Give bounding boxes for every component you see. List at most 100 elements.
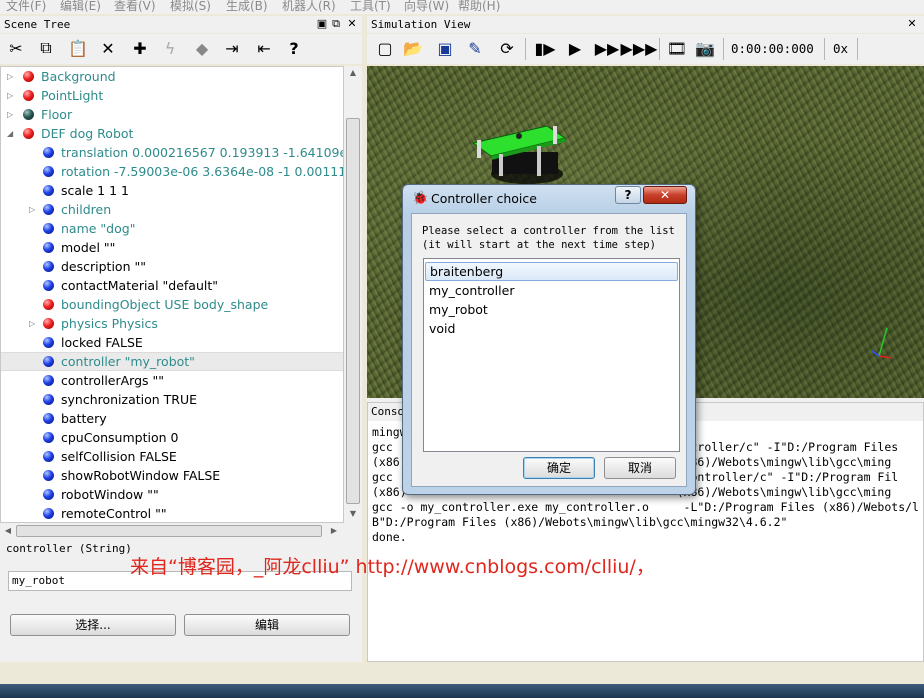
node-red-ball-icon [43, 299, 54, 310]
tree-row[interactable]: locked FALSE [1, 333, 343, 352]
copy-icon[interactable]: ⧉ [34, 34, 58, 62]
collapse-arrow-icon[interactable]: ◢ [7, 124, 17, 143]
expand-arrow-icon[interactable]: ▷ [7, 67, 17, 86]
menu-tools[interactable]: 工具(T) [350, 0, 391, 14]
open-world-icon[interactable]: 📂 [401, 34, 425, 62]
step-icon[interactable]: ▮▶ [533, 34, 557, 62]
tree-row[interactable]: showRobotWindow FALSE [1, 466, 343, 485]
taskbar[interactable] [0, 684, 924, 698]
menu-build[interactable]: 生成(B) [226, 0, 268, 14]
tree-row[interactable]: ▷ PointLight [1, 86, 343, 105]
tree-row[interactable]: model "" [1, 238, 343, 257]
menu-help[interactable]: 帮助(H) [458, 0, 500, 14]
menu-robot[interactable]: 机器人(R) [282, 0, 336, 14]
tree-row[interactable]: ▷ children [1, 200, 343, 219]
expand-arrow-icon[interactable]: ▷ [29, 200, 39, 219]
tree-horizontal-scrollbar[interactable]: ◀ ▶ [0, 523, 362, 539]
menu-file[interactable]: 文件(F) [6, 0, 46, 14]
tree-row[interactable]: ▷ Background [1, 67, 343, 86]
tree-row[interactable]: translation 0.000216567 0.193913 -1.6410… [1, 143, 343, 162]
menu-bar: 文件(F) 编辑(E) 查看(V) 模拟(S) 生成(B) 机器人(R) 工具(… [0, 0, 924, 14]
axis-indicator [871, 327, 893, 359]
tree-row[interactable]: ◢ DEF dog Robot [1, 124, 343, 143]
select-button[interactable]: 选择... [10, 614, 176, 636]
run-icon[interactable]: ▶ [563, 34, 587, 62]
scrollbar-thumb[interactable] [346, 118, 360, 504]
tree-row[interactable]: selfCollision FALSE [1, 447, 343, 466]
tree-row[interactable]: description "" [1, 257, 343, 276]
node-red-ball-icon [23, 90, 34, 101]
menu-view[interactable]: 查看(V) [114, 0, 156, 14]
insert-node-icon[interactable]: ◆ [190, 34, 214, 62]
tree-row[interactable]: rotation -7.59003e-06 3.6364e-08 -1 0.00… [1, 162, 343, 181]
field-blue-ball-icon [43, 394, 54, 405]
field-blue-ball-icon [43, 242, 54, 253]
field-blue-ball-icon [43, 261, 54, 272]
field-blue-ball-icon [43, 337, 54, 348]
paste-icon[interactable]: 📋 [66, 34, 90, 62]
toolbar-separator [525, 38, 526, 60]
lightning-icon[interactable]: ϟ [158, 34, 182, 62]
scroll-down-arrow-icon[interactable]: ▼ [344, 509, 362, 518]
tree-row[interactable]: boundingObject USE body_shape [1, 295, 343, 314]
float-icon[interactable]: ⧉ [330, 17, 342, 31]
tree-row[interactable]: synchronization TRUE [1, 390, 343, 409]
delete-icon[interactable]: ✕ [96, 34, 120, 62]
tree-row[interactable]: controllerArgs "" [1, 371, 343, 390]
simulation-time: 0:00:00:000 [731, 41, 814, 56]
tree-row[interactable]: robotWindow "" [1, 485, 343, 504]
export-icon[interactable]: ⇤ [252, 34, 276, 62]
cancel-button[interactable]: 取消 [604, 457, 676, 479]
record-movie-icon[interactable]: 🎞 [665, 34, 689, 62]
help-icon[interactable]: ? [282, 34, 306, 62]
undock-icon[interactable]: ▣ [316, 17, 328, 31]
console-line: done. [372, 530, 407, 544]
field-blue-ball-icon [43, 508, 54, 519]
scroll-up-arrow-icon[interactable]: ▲ [344, 68, 362, 77]
scrollbar-thumb[interactable] [16, 525, 322, 537]
save-world-icon[interactable]: ▣ [433, 34, 457, 62]
tree-row[interactable]: contactMaterial "default" [1, 276, 343, 295]
expand-arrow-icon[interactable]: ▷ [29, 314, 39, 333]
field-blue-ball-icon [43, 147, 54, 158]
edit-button[interactable]: 编辑 [184, 614, 350, 636]
reset-field-icon[interactable]: ✚ [128, 34, 152, 62]
field-blue-ball-icon [43, 280, 54, 291]
import-icon[interactable]: ⇥ [220, 34, 244, 62]
edit-world-icon[interactable]: ✎ [463, 34, 487, 62]
screenshot-icon[interactable]: 📷 [693, 34, 717, 62]
fastest-icon[interactable]: ▶▶▶ [621, 34, 658, 62]
revert-icon[interactable]: ⟳ [495, 34, 519, 62]
ok-button[interactable]: 确定 [523, 457, 595, 479]
field-blue-ball-icon [43, 375, 54, 386]
menu-simulation[interactable]: 模拟(S) [170, 0, 211, 14]
tree-row[interactable]: cpuConsumption 0 [1, 428, 343, 447]
menu-edit[interactable]: 编辑(E) [60, 0, 101, 14]
expand-arrow-icon[interactable]: ▷ [7, 86, 17, 105]
scroll-right-arrow-icon[interactable]: ▶ [328, 526, 340, 535]
tree-row[interactable]: battery [1, 409, 343, 428]
field-blue-ball-icon [43, 223, 54, 234]
menu-wizards[interactable]: 向导(W) [404, 0, 449, 14]
tree-row-selected[interactable]: controller "my_robot" [1, 352, 343, 371]
close-icon[interactable]: ✕ [346, 17, 358, 31]
3d-view[interactable] [367, 66, 924, 398]
tree-vertical-scrollbar[interactable]: ▲ ▼ [344, 66, 362, 523]
tree-row[interactable]: name "dog" [1, 219, 343, 238]
field-blue-ball-icon [43, 185, 54, 196]
node-red-ball-icon [23, 71, 34, 82]
tree-row[interactable]: remoteControl "" [1, 504, 343, 522]
field-blue-ball-icon [43, 432, 54, 443]
robot-dog-model [471, 125, 567, 184]
fast-icon[interactable]: ▶▶ [595, 34, 620, 62]
tree-row[interactable]: ▷ physics Physics [1, 314, 343, 333]
simulation-view-title: Simulation View [371, 18, 471, 31]
tree-row[interactable]: scale 1 1 1 [1, 181, 343, 200]
watermark-text: 来自“博客园，_阿龙clliu” http://www.cnblogs.com/… [130, 556, 655, 578]
cut-icon[interactable]: ✂ [4, 34, 28, 62]
close-icon[interactable]: ✕ [906, 17, 918, 31]
tree-row[interactable]: ▷ Floor [1, 105, 343, 124]
expand-arrow-icon[interactable]: ▷ [7, 105, 17, 124]
new-world-icon[interactable]: ▢ [373, 34, 397, 62]
scroll-left-arrow-icon[interactable]: ◀ [2, 526, 14, 535]
